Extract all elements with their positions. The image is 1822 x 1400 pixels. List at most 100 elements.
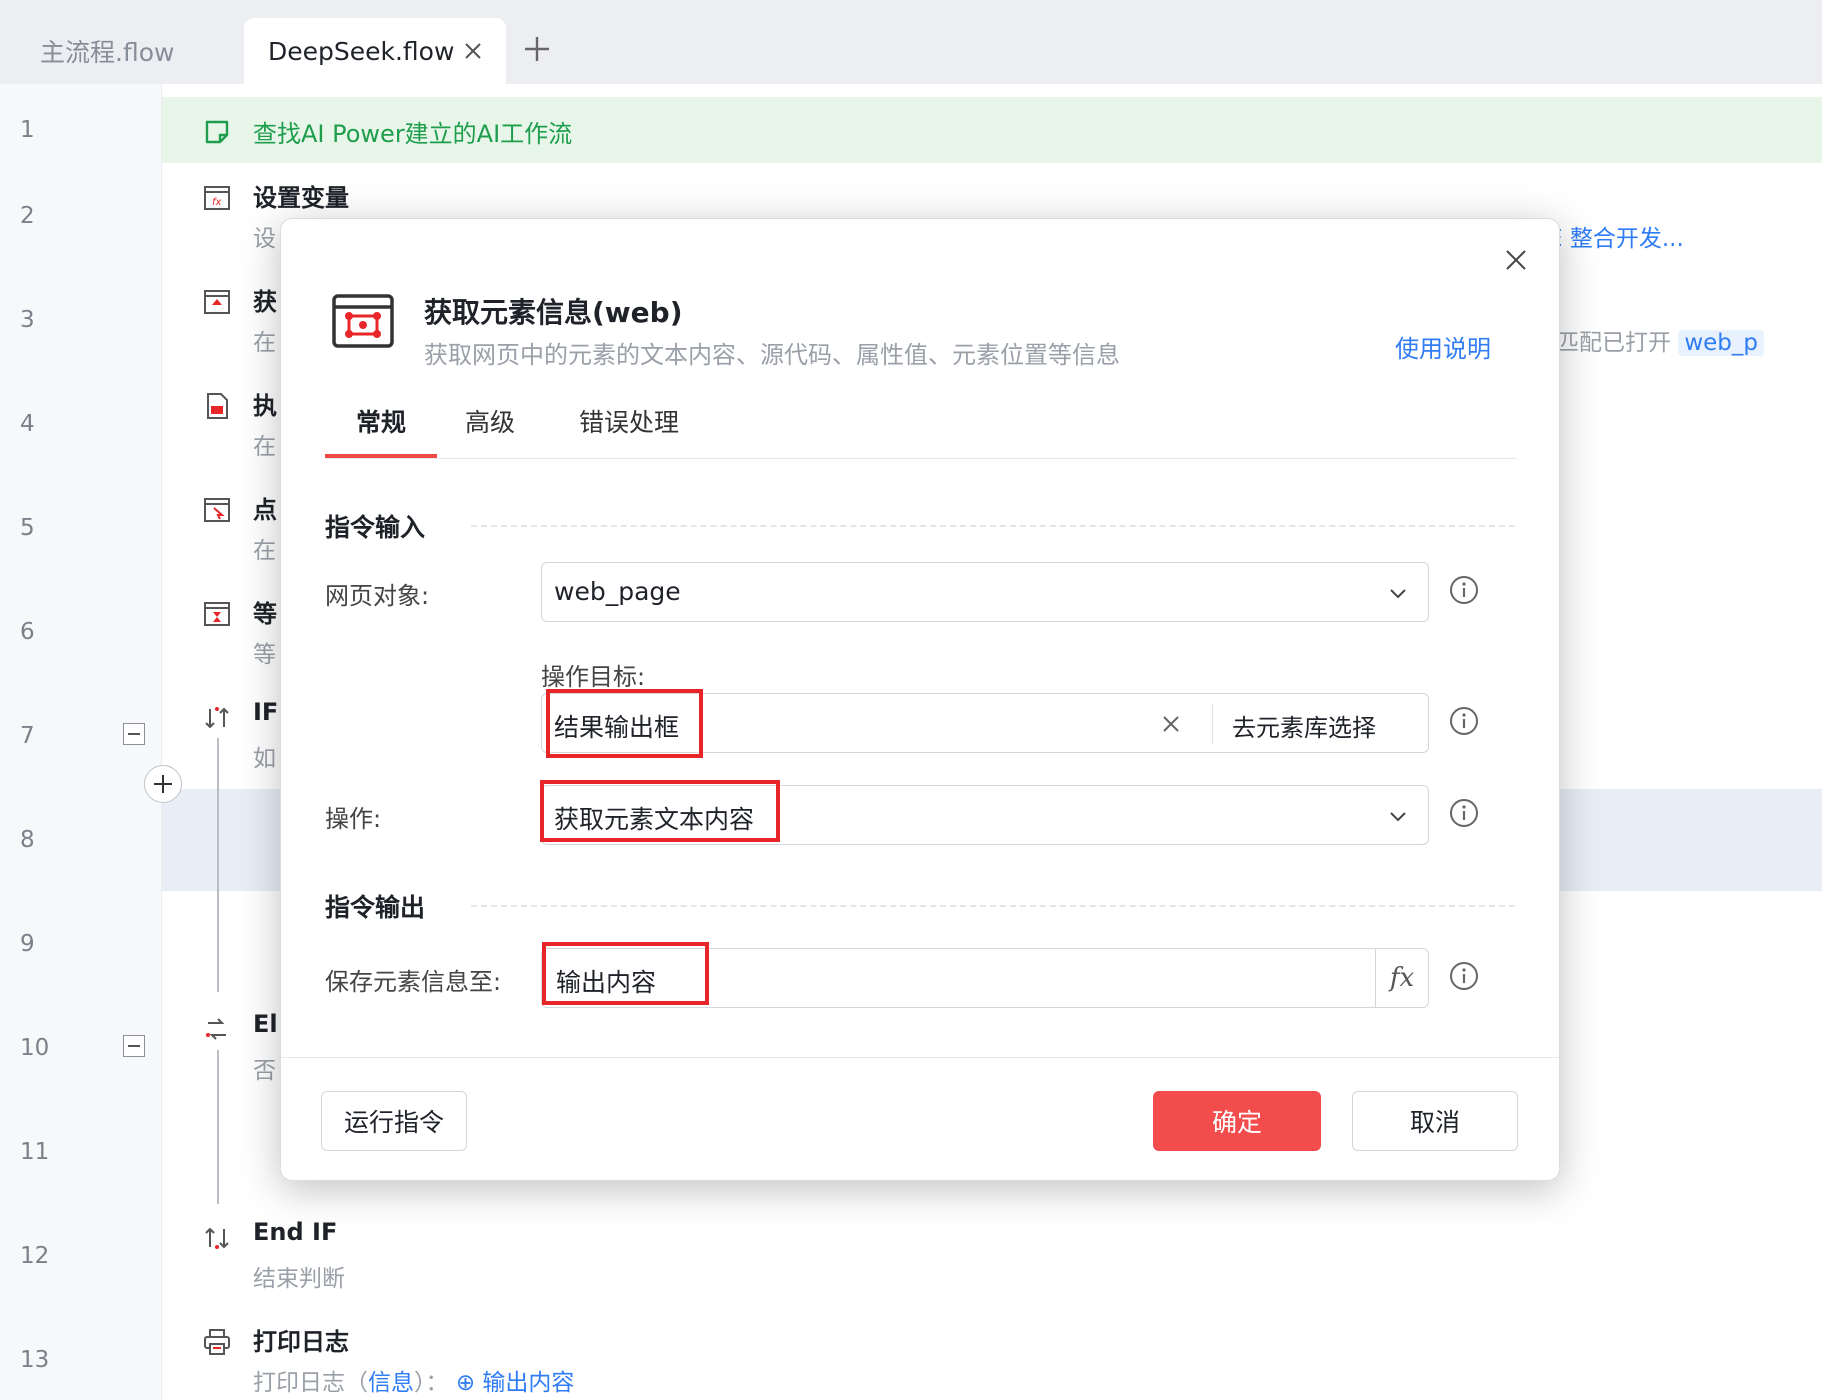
line-number: 3 bbox=[20, 307, 35, 333]
operation-label: 操作: bbox=[325, 805, 382, 833]
print-log-title: 打印日志 bbox=[253, 1328, 349, 1356]
if-title: IF bbox=[253, 698, 279, 726]
close-tab-icon[interactable] bbox=[458, 36, 488, 66]
row3-desc: 在 bbox=[253, 330, 276, 356]
operation-select[interactable]: 获取元素文本内容 bbox=[541, 785, 1429, 845]
dialog-subtitle: 获取网页中的元素的文本内容、源代码、属性值、元素位置等信息 bbox=[424, 341, 1120, 369]
line-number: 8 bbox=[20, 827, 35, 853]
line-number: 2 bbox=[20, 203, 35, 229]
line-number: 12 bbox=[20, 1243, 50, 1269]
line-number: 11 bbox=[20, 1139, 50, 1165]
wait-icon bbox=[204, 602, 230, 626]
row5-desc: 在 bbox=[253, 538, 276, 564]
target-label: 操作目标: bbox=[541, 663, 646, 691]
confirm-button[interactable]: 确定 bbox=[1153, 1091, 1321, 1151]
chevron-down-icon bbox=[1390, 812, 1406, 822]
line-number: 7 bbox=[20, 723, 35, 749]
else-icon bbox=[206, 1018, 226, 1040]
end-if-icon bbox=[205, 1227, 229, 1249]
set-variable-title: 设置变量 bbox=[253, 184, 349, 212]
fx-button[interactable]: fx bbox=[1375, 949, 1428, 1007]
save-variable-field[interactable]: 输出内容 fx bbox=[541, 948, 1429, 1008]
row4-title: 执 bbox=[253, 392, 277, 420]
row6-desc: 等 bbox=[253, 642, 276, 668]
info-icon[interactable] bbox=[1448, 574, 1480, 606]
row2-right-text: E 整合开发... bbox=[1548, 226, 1684, 252]
web-object-label: 网页对象: bbox=[325, 582, 430, 610]
else-title: El bbox=[253, 1010, 278, 1038]
section-divider bbox=[471, 905, 1515, 907]
help-link[interactable]: 使用说明 bbox=[1395, 329, 1491, 364]
end-if-desc: 结束判断 bbox=[253, 1266, 345, 1292]
print-log-desc: 打印日志（信息）： ⊕ 输出内容 bbox=[253, 1363, 574, 1397]
line-number: 1 bbox=[20, 117, 35, 143]
row4-desc: 在 bbox=[253, 434, 276, 460]
clear-icon[interactable] bbox=[1159, 712, 1183, 736]
comment-text: 查找AI Power建立的AI工作流 bbox=[253, 120, 573, 148]
tab-main-flow[interactable]: 主流程.flow bbox=[0, 18, 240, 84]
tab-main-flow-label: 主流程.flow bbox=[40, 38, 175, 67]
get-element-info-icon bbox=[332, 294, 394, 348]
chevron-down-icon bbox=[1390, 589, 1406, 599]
target-field[interactable]: 结果输出框 去元素库选择 bbox=[541, 693, 1429, 753]
line-number: 10 bbox=[20, 1035, 50, 1061]
add-statement-button[interactable] bbox=[144, 765, 182, 803]
section-divider bbox=[471, 525, 1515, 527]
variable-icon: ⊕ bbox=[455, 1370, 476, 1396]
tab-deepseek-flow-label: DeepSeek.flow bbox=[268, 36, 455, 66]
print-log-level: 信息 bbox=[368, 1370, 414, 1396]
if-block-line bbox=[217, 738, 219, 992]
row3-right-text: 匹配已打开 web_p bbox=[1556, 323, 1764, 357]
if-desc: 如 bbox=[253, 746, 276, 772]
output-section-title: 指令输出 bbox=[325, 893, 426, 922]
printer-icon bbox=[204, 1329, 230, 1355]
open-web-icon bbox=[204, 290, 230, 314]
info-icon[interactable] bbox=[1448, 797, 1480, 829]
operation-value: 获取元素文本内容 bbox=[554, 805, 755, 834]
row3-title: 获 bbox=[253, 288, 277, 316]
else-desc: 否 bbox=[253, 1058, 276, 1084]
line-number: 5 bbox=[20, 515, 35, 541]
tab-bar: 主流程.flow DeepSeek.flow bbox=[0, 0, 1822, 84]
print-log-variable: 输出内容 bbox=[482, 1370, 575, 1396]
dialog-tabs: 常规 高级 错误处理 bbox=[325, 395, 1517, 459]
end-if-title: End IF bbox=[253, 1218, 338, 1246]
print-log-desc-mid: ）： bbox=[414, 1370, 449, 1396]
field-separator bbox=[1212, 704, 1213, 744]
collapse-else-button[interactable] bbox=[123, 1035, 145, 1057]
tab-error-handling[interactable]: 错误处理 bbox=[579, 403, 679, 458]
set-variable-desc: 设 bbox=[253, 226, 276, 252]
collapse-if-button[interactable] bbox=[123, 723, 145, 745]
tab-deepseek-flow[interactable]: DeepSeek.flow bbox=[244, 18, 506, 84]
line-number: 4 bbox=[20, 411, 35, 437]
run-command-button[interactable]: 运行指令 bbox=[321, 1091, 467, 1151]
input-section-title: 指令输入 bbox=[325, 513, 426, 542]
dialog-title: 获取元素信息(web) bbox=[424, 296, 683, 329]
note-icon bbox=[205, 120, 229, 144]
else-block-line bbox=[217, 1050, 219, 1204]
save-variable-value: 输出内容 bbox=[556, 968, 657, 997]
click-element-icon bbox=[204, 498, 230, 522]
row6-title: 等 bbox=[253, 600, 277, 628]
row5-title: 点 bbox=[253, 496, 277, 524]
add-tab-icon[interactable] bbox=[520, 32, 554, 66]
info-icon[interactable] bbox=[1448, 960, 1480, 992]
pick-from-element-library-button[interactable]: 去元素库选择 bbox=[1232, 708, 1376, 743]
footer-divider bbox=[281, 1057, 1559, 1058]
if-icon bbox=[205, 707, 229, 729]
line-number: 13 bbox=[20, 1347, 50, 1373]
run-js-icon bbox=[207, 393, 228, 419]
line-number: 6 bbox=[20, 619, 35, 645]
cancel-button[interactable]: 取消 bbox=[1352, 1091, 1518, 1151]
tab-advanced[interactable]: 高级 bbox=[465, 403, 515, 458]
svg-text:fx: fx bbox=[212, 197, 222, 208]
info-icon[interactable] bbox=[1448, 705, 1480, 737]
web-object-value: web_page bbox=[554, 577, 681, 606]
web-object-select[interactable]: web_page bbox=[541, 562, 1429, 622]
close-dialog-icon[interactable] bbox=[1501, 245, 1531, 275]
print-log-desc-prefix: 打印日志（ bbox=[253, 1370, 368, 1396]
save-info-label: 保存元素信息至: bbox=[325, 968, 502, 996]
line-number: 9 bbox=[20, 931, 35, 957]
target-value: 结果输出框 bbox=[554, 713, 680, 742]
tab-general[interactable]: 常规 bbox=[325, 403, 437, 458]
